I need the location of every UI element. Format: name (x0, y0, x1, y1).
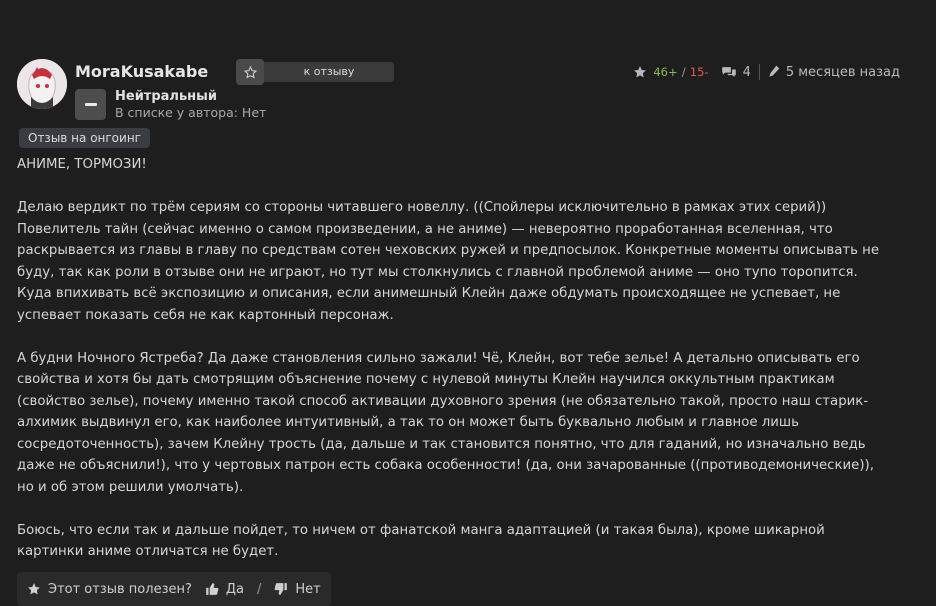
review-paragraph: Делаю вердикт по трём сериям со стороны … (17, 200, 880, 323)
author-username[interactable]: MoraKusakabe (75, 62, 208, 81)
thumbs-up-icon[interactable] (205, 582, 219, 596)
neutral-verdict-icon (75, 89, 106, 120)
comments-count[interactable]: 4 (743, 65, 751, 80)
helpful-separator: / (257, 581, 262, 597)
helpful-bar: Этот отзыв полезен? Да / Нет (17, 572, 331, 606)
avatar-image (17, 59, 67, 109)
time-ago: 5 месяцев назад (785, 64, 900, 80)
votes-minus: 15- (689, 64, 709, 79)
comments-icon[interactable] (721, 65, 737, 79)
verdict-label: Нейтральный (115, 89, 218, 104)
meta-divider (758, 64, 760, 80)
pen-icon (768, 65, 780, 79)
in-list-value: Нет (241, 105, 267, 120)
review-body: АНИМЕ, ТОРМОЗИ! Делаю вердикт по трём се… (17, 154, 902, 584)
review-meta: 46+ / 15- 4 5 месяцев назад (633, 64, 900, 80)
in-list-prefix: В списке у автора: (115, 105, 238, 120)
votes-plus: 46+ (653, 64, 678, 79)
helpful-question: Этот отзыв полезен? (48, 581, 192, 597)
favorite-button[interactable] (236, 59, 264, 85)
review-paragraph: АНИМЕ, ТОРМОЗИ! (17, 157, 147, 172)
thumbs-down-icon[interactable] (274, 582, 288, 596)
star-icon (27, 582, 41, 596)
author-avatar[interactable] (17, 59, 67, 109)
helpful-no-button[interactable]: Нет (295, 582, 320, 597)
star-icon (633, 65, 647, 79)
review-paragraph: Боюсь, что если так и дальше пойдет, то … (17, 522, 825, 560)
helpful-yes-button[interactable]: Да (226, 582, 244, 597)
in-list-status: В списке у автора: Нет (115, 105, 266, 120)
star-icon (243, 65, 257, 79)
votes-separator: / (681, 64, 686, 79)
ongoing-badge: Отзыв на онгоинг (19, 128, 150, 148)
to-review-button[interactable]: к отзыву (264, 62, 394, 82)
review-paragraph: А будни Ночного Ястреба? Да даже становл… (17, 350, 874, 495)
